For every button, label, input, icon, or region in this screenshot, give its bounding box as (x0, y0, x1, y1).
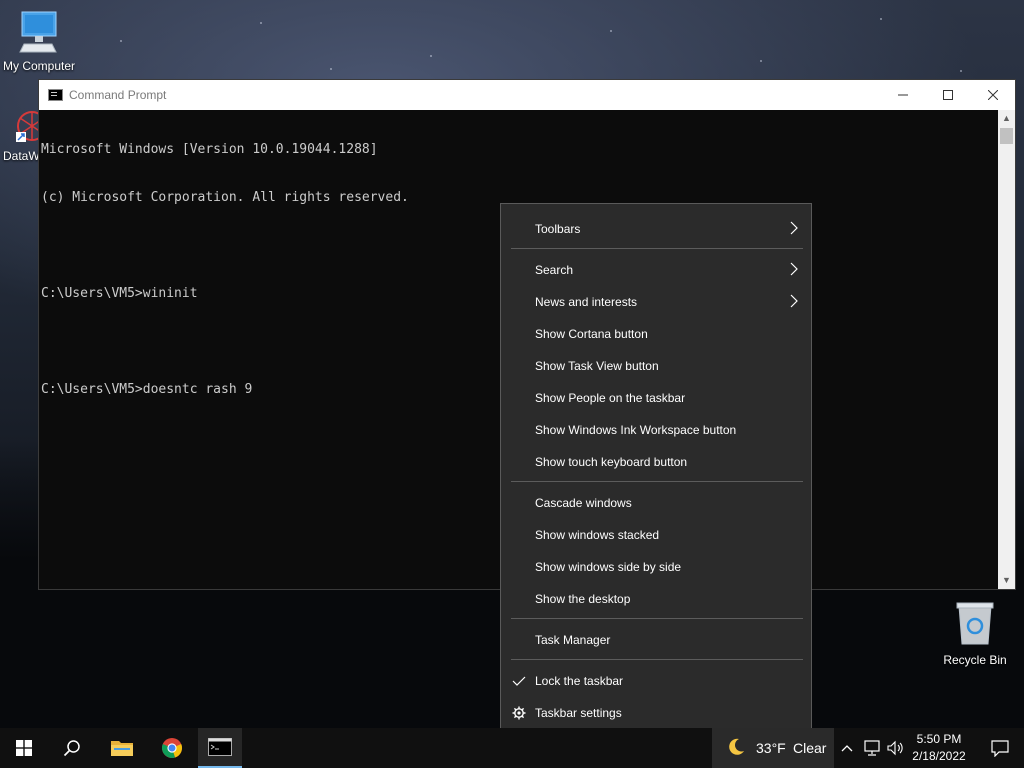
menu-item-label: Show the desktop (535, 592, 631, 606)
clock-time: 5:50 PM (916, 732, 962, 746)
menu-item-label: Show Windows Ink Workspace button (535, 423, 737, 437)
minimize-button[interactable] (880, 80, 926, 110)
scroll-thumb[interactable] (1000, 128, 1013, 144)
gear-icon (512, 706, 526, 720)
taskbar[interactable]: 33°F Clear 5:50 PM 2/18/2022 (0, 728, 1024, 768)
console-line: Microsoft Windows [Version 10.0.19044.12… (41, 142, 378, 157)
menu-separator (511, 659, 803, 660)
menu-item-label: Task Manager (535, 633, 611, 647)
menu-item-show-windows-stacked[interactable]: Show windows stacked (501, 519, 811, 551)
menu-item-label: Show Task View button (535, 359, 659, 373)
menu-item-label: Show Cortana button (535, 327, 648, 341)
menu-item-lock-the-taskbar[interactable]: Lock the taskbar (501, 665, 811, 697)
show-hidden-icons-button[interactable] (836, 728, 858, 768)
menu-item-label: Toolbars (535, 222, 581, 236)
clock[interactable]: 5:50 PM 2/18/2022 (906, 728, 972, 768)
computer-icon (19, 11, 57, 53)
desktop-icon-label: My Computer (2, 59, 76, 73)
menu-item-show-the-desktop[interactable]: Show the desktop (501, 583, 811, 615)
menu-item-toolbars[interactable]: Toolbars (501, 213, 811, 245)
desktop-icon-label: Recycle Bin (943, 653, 1007, 667)
recycle-bin-icon (956, 602, 994, 645)
maximize-icon (943, 90, 953, 100)
chevron-up-icon (841, 745, 853, 752)
checkmark-icon (512, 676, 526, 686)
chevron-right-icon (790, 221, 798, 235)
folder-icon (111, 741, 133, 756)
network-button[interactable] (860, 728, 884, 768)
menu-item-label: News and interests (535, 295, 638, 309)
search-icon (63, 740, 80, 757)
notification-icon (991, 740, 1009, 757)
menu-item-show-touch-keyboard[interactable]: Show touch keyboard button (501, 446, 811, 478)
menu-item-label: Show People on the taskbar (535, 391, 686, 405)
windows-logo-icon (16, 740, 32, 756)
title-bar[interactable]: Command Prompt (39, 80, 1015, 110)
menu-item-label: Show windows stacked (535, 528, 660, 542)
close-button[interactable] (970, 80, 1016, 110)
menu-item-label: Cascade windows (535, 496, 632, 510)
menu-item-label: Taskbar settings (535, 706, 622, 720)
search-button[interactable] (48, 728, 96, 768)
action-center-button[interactable] (976, 728, 1024, 768)
moon-icon (729, 738, 744, 755)
menu-item-show-cortana-button[interactable]: Show Cortana button (501, 318, 811, 350)
menu-separator (511, 618, 803, 619)
clock-date: 2/18/2022 (912, 749, 966, 763)
chrome-icon (161, 738, 183, 758)
command-prompt-taskbar-button[interactable] (198, 728, 242, 768)
menu-item-show-task-view-button[interactable]: Show Task View button (501, 350, 811, 382)
close-icon (988, 90, 998, 100)
volume-button[interactable] (884, 728, 908, 768)
minimize-icon (898, 94, 908, 96)
chevron-right-icon (790, 294, 798, 308)
weather-temperature: 33°F (756, 740, 786, 756)
file-explorer-button[interactable] (98, 728, 146, 768)
menu-item-cascade-windows[interactable]: Cascade windows (501, 487, 811, 519)
window-title: Command Prompt (69, 88, 167, 102)
desktop-icon-recycle-bin[interactable]: Recycle Bin (940, 600, 1010, 667)
menu-item-news-and-interests[interactable]: News and interests (501, 286, 811, 318)
weather-widget[interactable]: 33°F Clear (712, 728, 834, 768)
scroll-down-icon[interactable]: ▼ (998, 572, 1015, 589)
menu-item-taskbar-settings[interactable]: Taskbar settings (501, 697, 811, 729)
menu-item-label: Search (535, 263, 574, 277)
chrome-button[interactable] (148, 728, 196, 768)
cmd-icon (48, 89, 63, 101)
menu-item-task-manager[interactable]: Task Manager (501, 624, 811, 656)
menu-item-label: Show windows side by side (535, 560, 682, 574)
chevron-right-icon (790, 262, 798, 276)
menu-item-label: Lock the taskbar (535, 674, 624, 688)
vertical-scrollbar[interactable]: ▲ ▼ (998, 110, 1015, 589)
taskbar-context-menu: Toolbars Search News and interests Show … (500, 203, 812, 736)
menu-item-search[interactable]: Search (501, 254, 811, 286)
maximize-button[interactable] (925, 80, 971, 110)
menu-item-show-windows-ink[interactable]: Show Windows Ink Workspace button (501, 414, 811, 446)
speaker-icon (887, 740, 903, 756)
desktop-icon-label: DataW (3, 149, 40, 163)
desktop-icon-my-computer[interactable]: My Computer (0, 8, 78, 73)
menu-item-show-windows-side-by-side[interactable]: Show windows side by side (501, 551, 811, 583)
start-button[interactable] (0, 728, 48, 768)
menu-separator (511, 248, 803, 249)
scroll-up-icon[interactable]: ▲ (998, 110, 1015, 127)
menu-separator (511, 481, 803, 482)
menu-item-show-people[interactable]: Show People on the taskbar (501, 382, 811, 414)
weather-condition: Clear (793, 740, 827, 756)
network-icon (864, 740, 880, 756)
cmd-icon (208, 738, 232, 756)
menu-item-label: Show touch keyboard button (535, 455, 688, 469)
desktop-icon-dataw[interactable]: DataW (0, 108, 47, 163)
